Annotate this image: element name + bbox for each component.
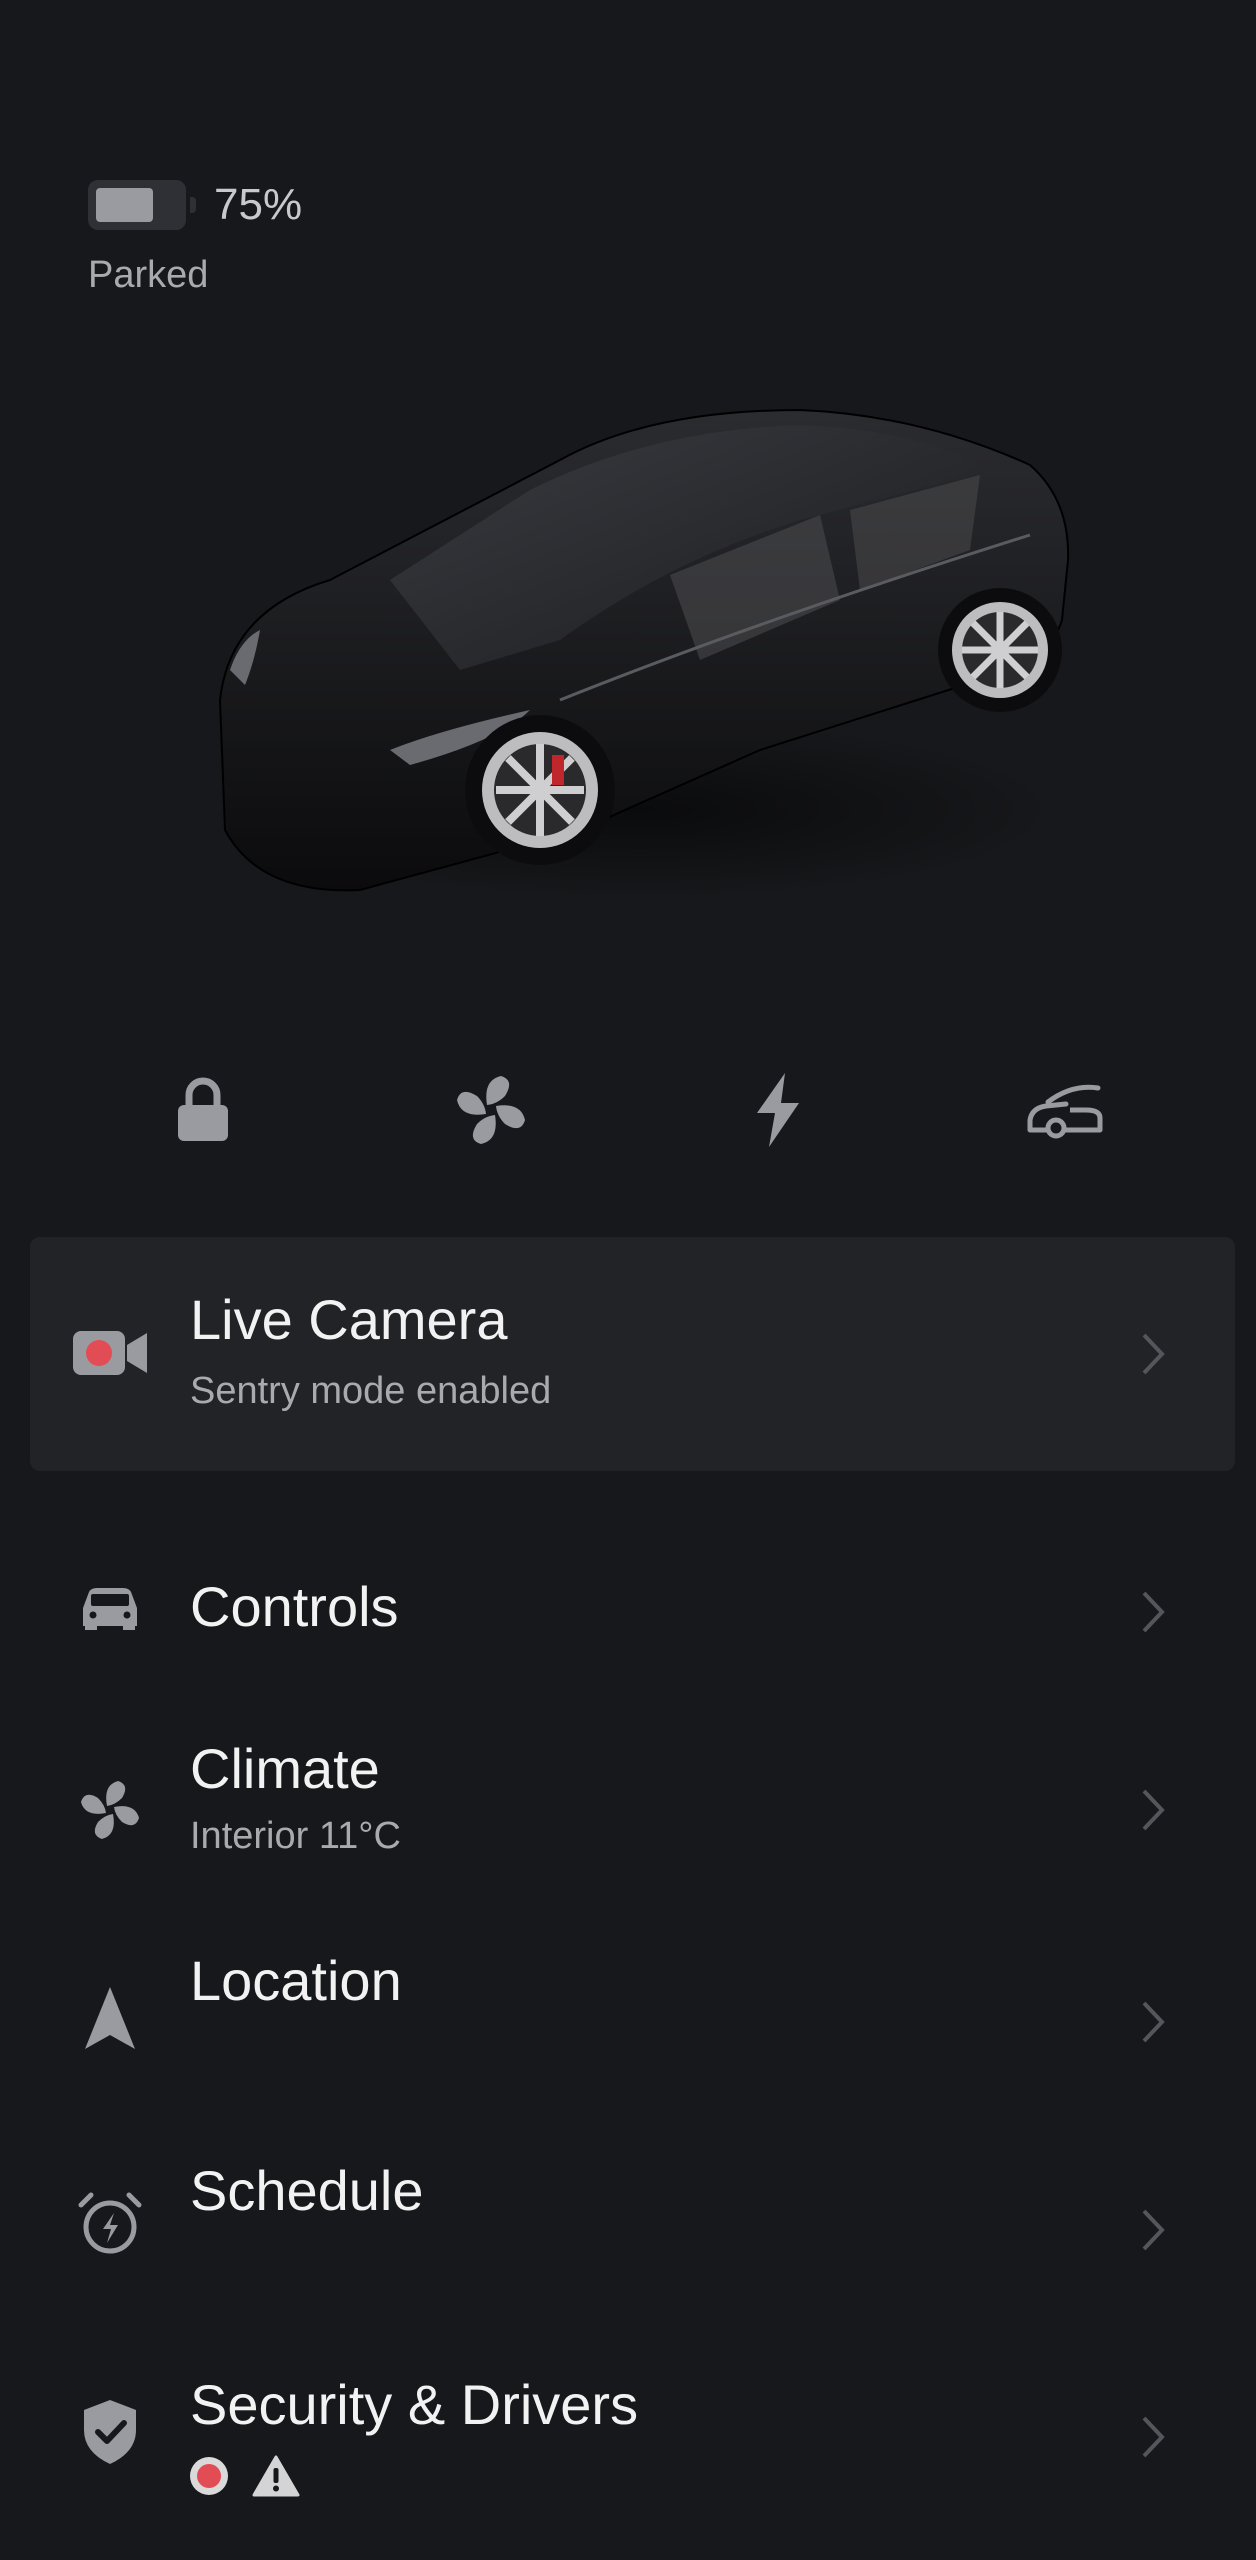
vehicle-status: 75% Parked bbox=[88, 180, 302, 297]
navigation-arrow-icon bbox=[72, 1980, 148, 2056]
battery-percentage: 75% bbox=[214, 180, 303, 229]
chevron-right-icon bbox=[1142, 2416, 1165, 2458]
quick-actions bbox=[0, 1060, 1256, 1160]
location-title: Location bbox=[190, 1949, 402, 2012]
lock-button[interactable] bbox=[153, 1060, 253, 1160]
battery-level-fill bbox=[96, 188, 153, 222]
lock-icon bbox=[178, 1077, 228, 1141]
menu-item-location[interactable]: Location bbox=[0, 1930, 1256, 2110]
shield-check-icon bbox=[72, 2394, 148, 2470]
lightning-bolt-icon bbox=[757, 1073, 799, 1147]
chevron-right-icon bbox=[1142, 2001, 1165, 2043]
chevron-right-icon bbox=[1142, 2209, 1165, 2251]
car-icon bbox=[72, 1570, 148, 1646]
vehicle-state: Parked bbox=[88, 254, 209, 296]
battery-icon bbox=[88, 180, 196, 230]
battery-row: 75% bbox=[88, 180, 302, 230]
fan-icon bbox=[457, 1076, 525, 1144]
climate-subtitle: Interior 11°C bbox=[190, 1815, 401, 1857]
climate-button[interactable] bbox=[441, 1060, 541, 1160]
video-camera-icon bbox=[72, 1315, 148, 1391]
record-dot-icon bbox=[190, 2457, 228, 2495]
security-alerts bbox=[190, 2455, 300, 2497]
schedule-title: Schedule bbox=[190, 2159, 424, 2222]
fan-icon bbox=[72, 1772, 148, 1848]
frunk-open-icon bbox=[1027, 1084, 1103, 1139]
menu-item-controls[interactable]: Controls bbox=[0, 1520, 1256, 1700]
security-drivers-title: Security & Drivers bbox=[190, 2373, 639, 2436]
alarm-clock-bolt-icon bbox=[72, 2186, 148, 2262]
live-camera-card[interactable]: Live Camera Sentry mode enabled bbox=[30, 1237, 1235, 1471]
frunk-button[interactable] bbox=[1015, 1060, 1115, 1160]
menu-item-security-drivers[interactable]: Security & Drivers bbox=[0, 2340, 1256, 2520]
menu-item-climate[interactable]: Climate Interior 11°C bbox=[0, 1720, 1256, 1900]
live-camera-title: Live Camera bbox=[190, 1288, 508, 1351]
car-image bbox=[218, 408, 1070, 900]
warning-triangle-icon bbox=[252, 2455, 300, 2497]
climate-title: Climate bbox=[190, 1737, 380, 1800]
chevron-right-icon bbox=[1142, 1789, 1165, 1831]
charge-button[interactable] bbox=[727, 1060, 827, 1160]
chevron-right-icon bbox=[1142, 1591, 1165, 1633]
chevron-right-icon bbox=[1142, 1333, 1165, 1375]
controls-title: Controls bbox=[190, 1575, 399, 1638]
live-camera-subtitle: Sentry mode enabled bbox=[190, 1370, 552, 1412]
menu-item-schedule[interactable]: Schedule bbox=[0, 2136, 1256, 2316]
